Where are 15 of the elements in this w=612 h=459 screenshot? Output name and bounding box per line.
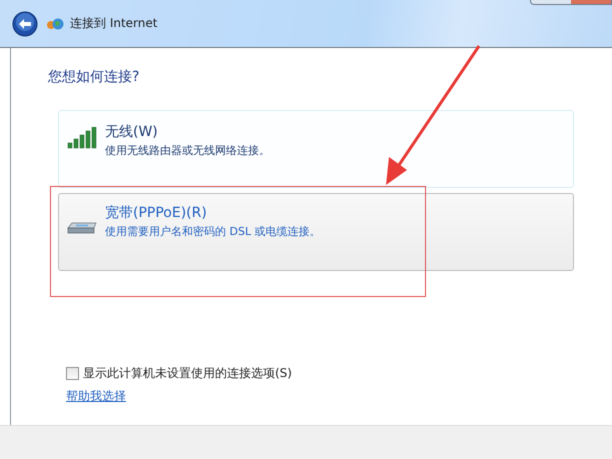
- help-link[interactable]: 帮助我选择: [66, 388, 126, 405]
- option-title: 宽带(PPPoE)(R): [105, 204, 208, 222]
- back-button[interactable]: [12, 10, 38, 36]
- option-description: 使用需要用户名和密码的 DSL 或电缆连接。: [105, 224, 321, 239]
- checkbox-label: 显示此计算机未设置使用的连接选项(S): [83, 365, 292, 382]
- signal-bars-icon: [67, 127, 97, 149]
- network-globe-icon: [46, 16, 64, 32]
- window-title: 连接到 Internet: [70, 15, 158, 32]
- connection-option[interactable]: 无线(W) 使用无线路由器或无线网络连接。: [58, 110, 574, 188]
- checkbox[interactable]: [66, 367, 79, 380]
- modem-icon: [66, 220, 98, 236]
- option-title: 无线(W): [105, 123, 159, 141]
- connection-option[interactable]: 宽带(PPPoE)(R) 使用需要用户名和密码的 DSL 或电缆连接。: [58, 193, 574, 271]
- page-heading: 您想如何连接?: [48, 68, 140, 86]
- option-description: 使用无线路由器或无线网络连接。: [105, 143, 270, 158]
